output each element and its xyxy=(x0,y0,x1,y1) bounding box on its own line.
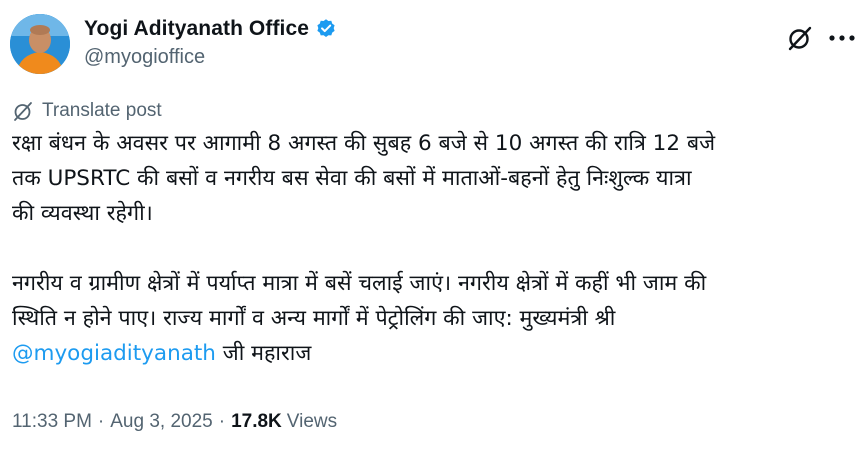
post-line: की व्यवस्था रहेगी। xyxy=(12,201,153,226)
meta-separator: · xyxy=(218,411,226,432)
post-date[interactable]: Aug 3, 2025 xyxy=(110,411,212,433)
views-count[interactable]: 17.8K xyxy=(231,411,282,433)
views-label: Views xyxy=(286,411,338,432)
mention-suffix: जी महाराज xyxy=(215,341,312,366)
grok-icon[interactable] xyxy=(786,24,814,52)
post-header: Yogi Adityanath Office @myogioffice xyxy=(10,10,856,80)
more-options-icon[interactable] xyxy=(828,30,856,46)
post-text: रक्षा बंधन के अवसर पर आगामी 8 अगस्त की स… xyxy=(12,126,858,371)
post-line: तक UPSRTC की बसों व नगरीय बस सेवा की बसो… xyxy=(12,166,692,191)
author-handle[interactable]: @myogioffice xyxy=(84,46,337,69)
mention-link[interactable]: @myogiadityanath xyxy=(12,341,216,366)
translate-post-link[interactable]: Translate post xyxy=(12,100,162,122)
meta-separator: · xyxy=(97,411,105,432)
author-display-name[interactable]: Yogi Adityanath Office xyxy=(84,17,309,41)
post-line: रक्षा बंधन के अवसर पर आगामी 8 अगस्त की स… xyxy=(12,131,716,156)
verified-badge-icon[interactable] xyxy=(315,18,337,40)
post-line: स्थिति न होने पाए। राज्य मार्गों व अन्य … xyxy=(12,306,616,331)
post-line: नगरीय व ग्रामीण क्षेत्रों में पर्याप्त म… xyxy=(12,271,707,296)
translate-post-label: Translate post xyxy=(42,100,162,121)
author-info: Yogi Adityanath Office @myogioffice xyxy=(84,14,337,69)
translate-icon xyxy=(12,100,34,122)
post-meta: 11:33 PM · Aug 3, 2025 · 17.8K Views xyxy=(12,411,337,433)
avatar[interactable] xyxy=(10,14,70,74)
post-line-mention: @myogiadityanath जी महाराज xyxy=(12,336,858,371)
post-time[interactable]: 11:33 PM xyxy=(12,411,92,433)
